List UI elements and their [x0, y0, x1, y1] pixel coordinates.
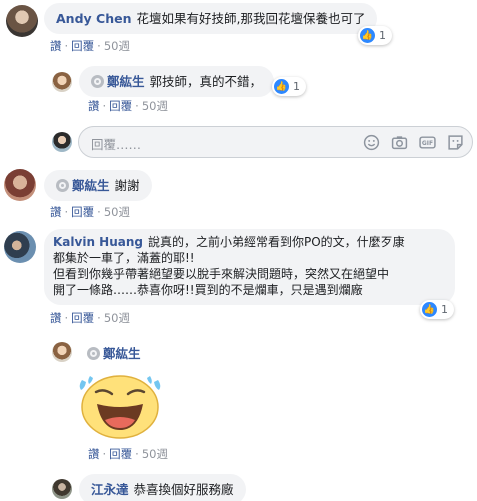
- comment-actions: 讚 · 回覆 · 50週: [50, 205, 130, 219]
- comment-bubble: 鄭紘生 謝謝: [44, 170, 152, 201]
- reply-button[interactable]: 回覆: [109, 99, 132, 113]
- reply-button[interactable]: 回覆: [71, 311, 94, 325]
- reply-author[interactable]: 江永達: [91, 482, 129, 497]
- comment-line: 開了一條路……恭喜你呀!!買到的不是爛車，只是遇到爛廠: [53, 283, 363, 297]
- reply-actions: 讚 · 回覆 · 50週: [88, 447, 168, 461]
- mention-icon: [91, 75, 104, 88]
- mention-icon: [56, 179, 69, 192]
- comment-author[interactable]: 鄭紘生: [72, 178, 110, 193]
- laughing-face-sticker[interactable]: [72, 370, 168, 440]
- mention-icon: [87, 347, 100, 360]
- comment-text: 花壇如果有好技師,那我回花壇保養也可了: [136, 11, 366, 26]
- reply-author-line: 鄭紘生: [87, 343, 146, 362]
- timestamp[interactable]: 50週: [142, 99, 168, 113]
- reply-bubble: 江永達 恭喜換個好服務廠: [79, 474, 246, 501]
- reply-actions: 讚 · 回覆 · 50週: [88, 99, 168, 113]
- reply-author[interactable]: 鄭紘生: [107, 74, 145, 89]
- camera-icon[interactable]: [391, 134, 408, 151]
- reply-button[interactable]: 回覆: [71, 205, 94, 219]
- like-reaction-icon: 👍: [422, 302, 437, 317]
- like-reaction-icon: 👍: [360, 28, 375, 43]
- timestamp[interactable]: 50週: [104, 311, 130, 325]
- sticker-icon[interactable]: [447, 134, 464, 151]
- emoji-icon[interactable]: [363, 134, 380, 151]
- reply-placeholder: 回覆……: [91, 137, 142, 152]
- reply-input[interactable]: 回覆…… GIF: [78, 126, 473, 158]
- like-button[interactable]: 讚: [50, 311, 62, 325]
- comment-author[interactable]: Andy Chen: [56, 11, 131, 26]
- comment-line: 都集於一車了，滿蓋的耶!!: [53, 251, 195, 265]
- reply-text: 郭技師，真的不錯，: [149, 74, 263, 89]
- comment-line: 但看到你幾乎帶著絕望要以脫手來解決問題時，突然又在絕望中: [53, 267, 390, 281]
- reply-author[interactable]: 鄭紘生: [103, 346, 141, 361]
- comment-actions: 讚 · 回覆 · 50週: [50, 311, 130, 325]
- reply-text: 恭喜換個好服務廠: [133, 482, 234, 497]
- like-button[interactable]: 讚: [50, 39, 62, 53]
- avatar[interactable]: [52, 72, 72, 92]
- timestamp[interactable]: 50週: [104, 39, 130, 53]
- reply-button[interactable]: 回覆: [109, 447, 132, 461]
- like-button[interactable]: 讚: [50, 205, 62, 219]
- current-user-avatar: [52, 132, 72, 152]
- avatar[interactable]: [4, 231, 36, 263]
- reaction-count[interactable]: 👍 1: [272, 77, 306, 96]
- like-button[interactable]: 讚: [88, 447, 100, 461]
- comment-text: 謝謝: [114, 178, 140, 193]
- avatar[interactable]: [52, 479, 72, 499]
- avatar[interactable]: [6, 5, 38, 37]
- reaction-count[interactable]: 👍 1: [420, 300, 454, 319]
- timestamp[interactable]: 50週: [104, 205, 130, 219]
- avatar[interactable]: [52, 342, 72, 362]
- comment-line: Kalvin Huang 說真的，之前小弟經常看到你PO的文，什麼歹康: [53, 235, 405, 249]
- comment-bubble: Kalvin Huang 說真的，之前小弟經常看到你PO的文，什麼歹康 都集於一車…: [44, 229, 455, 305]
- like-button[interactable]: 讚: [88, 99, 100, 113]
- avatar[interactable]: [4, 169, 36, 201]
- timestamp[interactable]: 50週: [142, 447, 168, 461]
- comment-author[interactable]: Kalvin Huang: [53, 235, 143, 249]
- comment-actions: 讚 · 回覆 · 50週: [50, 39, 130, 53]
- reply-bubble: 鄭紘生 郭技師，真的不錯，: [79, 66, 275, 97]
- reply-button[interactable]: 回覆: [71, 39, 94, 53]
- like-reaction-icon: 👍: [274, 79, 289, 94]
- comment-bubble: Andy Chen 花壇如果有好技師,那我回花壇保養也可了: [44, 3, 378, 34]
- gif-icon[interactable]: GIF: [419, 134, 436, 151]
- svg-text:GIF: GIF: [422, 140, 433, 147]
- reaction-count[interactable]: 👍 1: [358, 26, 392, 45]
